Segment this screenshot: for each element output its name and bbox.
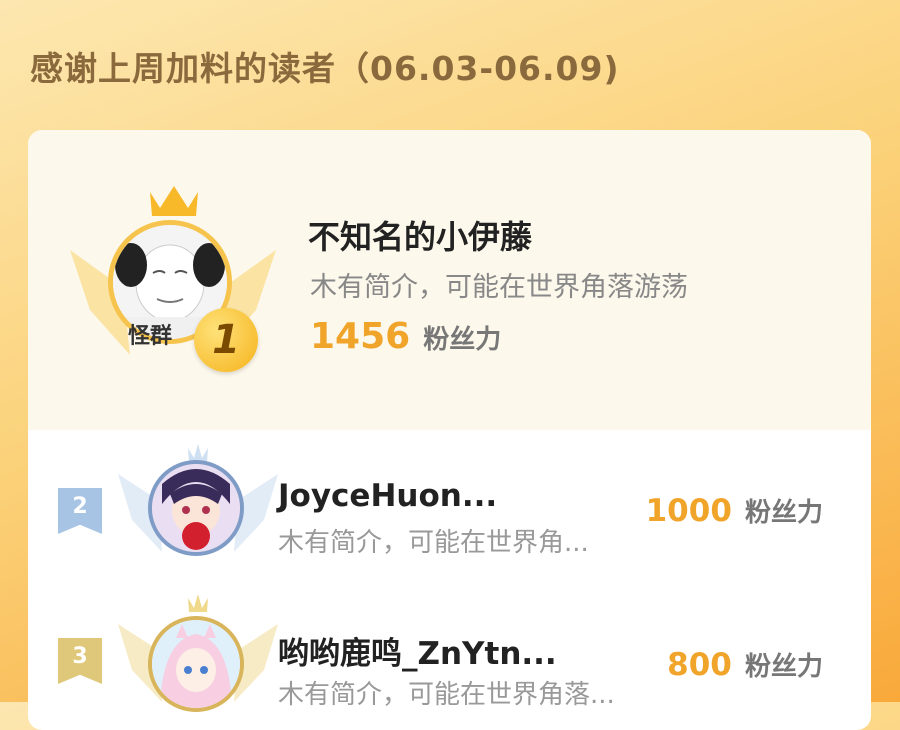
fans-score: 1000 粉丝力 [646,492,823,529]
user-name[interactable]: 哟哟鹿鸣_ZnYtn... [278,628,557,673]
list-item[interactable]: 3 哟哟鹿鸣_ZnYtn... 木有简介，可能在世界角落... 800 粉丝力 [28,590,871,730]
page-title: 感谢上周加料的读者（06.03-06.09) [30,49,620,88]
fans-score: 1456 粉丝力 [310,316,501,357]
anime-avatar-icon [152,464,240,552]
fans-score: 800 粉丝力 [667,646,823,683]
avatar[interactable] [148,460,244,556]
user-name[interactable]: JoyceHuon... [278,478,497,514]
rank-ribbon-icon: 3 [58,638,102,684]
fans-value: 1456 [310,316,411,357]
first-place-section[interactable]: 怪群 1 不知名的小伊藤 木有简介，可能在世界角落游荡 1456 粉丝力 [28,130,871,430]
user-bio: 木有简介，可能在世界角落游荡 [310,272,688,303]
list-item[interactable]: 2 JoyceHuon... 木有简介，可能在世界角... 1000 粉丝力 [28,436,871,586]
anime-avatar-icon [152,620,240,708]
leaderboard-card: 怪群 1 不知名的小伊藤 木有简介，可能在世界角落游荡 1456 粉丝力 2 J… [28,130,871,730]
user-bio: 木有简介，可能在世界角... [278,528,589,558]
rank-ribbon-icon: 2 [58,488,102,534]
user-bio: 木有简介，可能在世界角落... [278,680,615,710]
rank-1-medal: 1 [194,308,258,372]
fans-label: 粉丝力 [744,652,823,682]
avatar-caption: 怪群 [128,324,173,349]
avatar[interactable] [148,616,244,712]
fans-value: 800 [667,647,732,683]
fans-label: 粉丝力 [744,498,823,528]
fans-label: 粉丝力 [423,325,502,355]
user-name[interactable]: 不知名的小伊藤 [308,212,532,258]
fans-value: 1000 [645,493,732,529]
